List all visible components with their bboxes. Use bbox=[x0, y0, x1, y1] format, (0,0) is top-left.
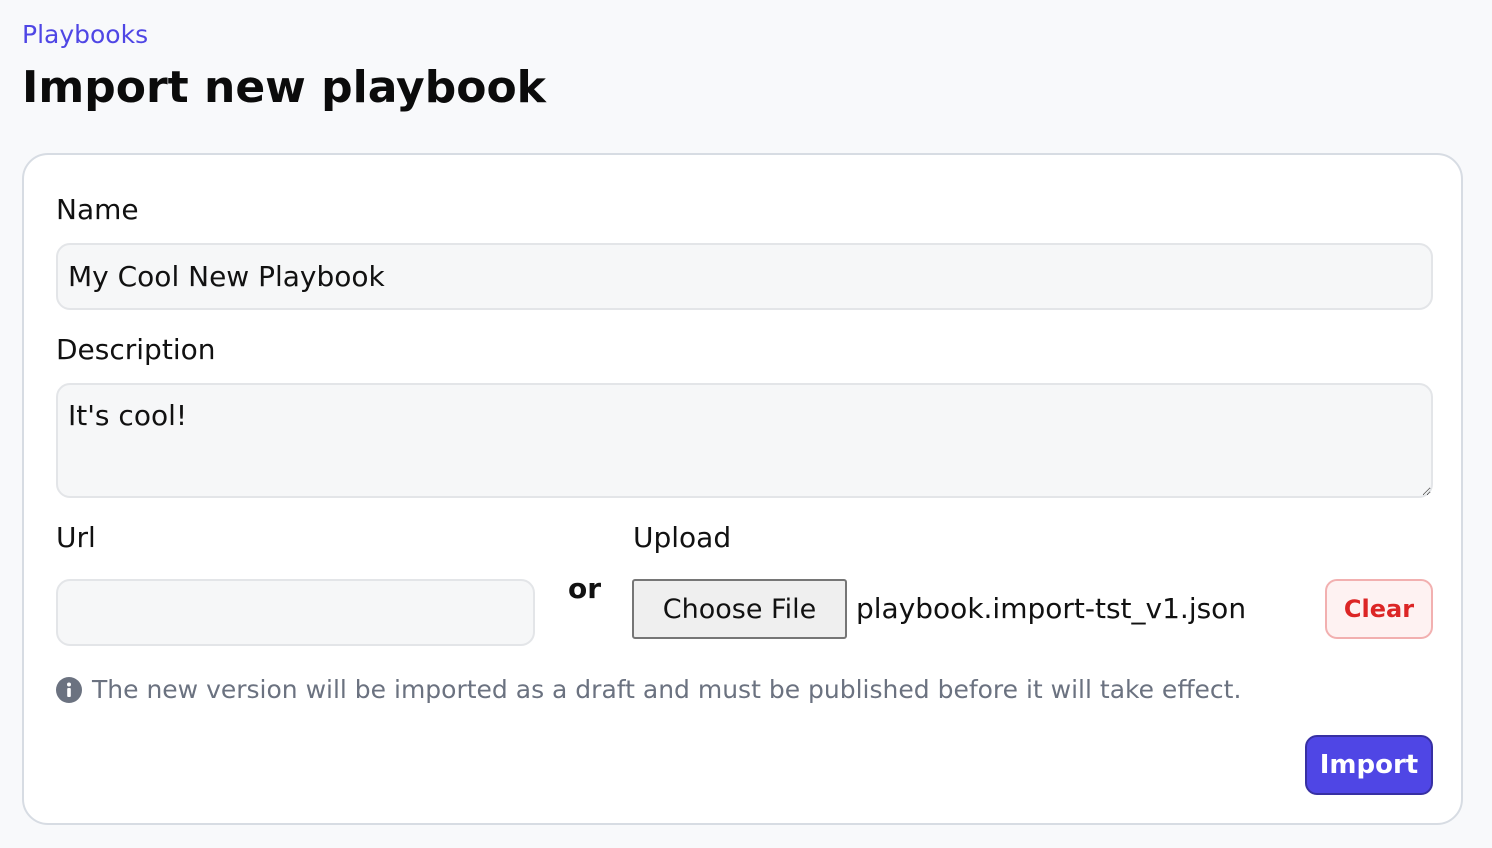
name-label: Name bbox=[56, 193, 139, 226]
import-button[interactable]: Import bbox=[1305, 735, 1433, 795]
info-note: The new version will be imported as a dr… bbox=[56, 675, 1241, 704]
clear-upload-button[interactable]: Clear bbox=[1325, 579, 1433, 639]
or-separator: or bbox=[568, 572, 602, 605]
info-icon bbox=[56, 676, 82, 703]
url-label: Url bbox=[56, 521, 96, 554]
info-text: The new version will be imported as a dr… bbox=[92, 675, 1242, 704]
page-title: Import new playbook bbox=[22, 62, 546, 113]
upload-label: Upload bbox=[633, 521, 732, 554]
selected-file-name: playbook.import-tst_v1.json bbox=[856, 592, 1247, 625]
description-textarea[interactable]: It's cool! bbox=[56, 383, 1433, 498]
import-form-card: Name Description It's cool! Url or Uploa… bbox=[22, 153, 1463, 825]
url-input[interactable] bbox=[56, 579, 535, 646]
name-input[interactable] bbox=[56, 243, 1433, 310]
description-label: Description bbox=[56, 333, 216, 366]
choose-file-button[interactable]: Choose File bbox=[632, 579, 847, 639]
breadcrumb-playbooks[interactable]: Playbooks bbox=[22, 18, 148, 52]
